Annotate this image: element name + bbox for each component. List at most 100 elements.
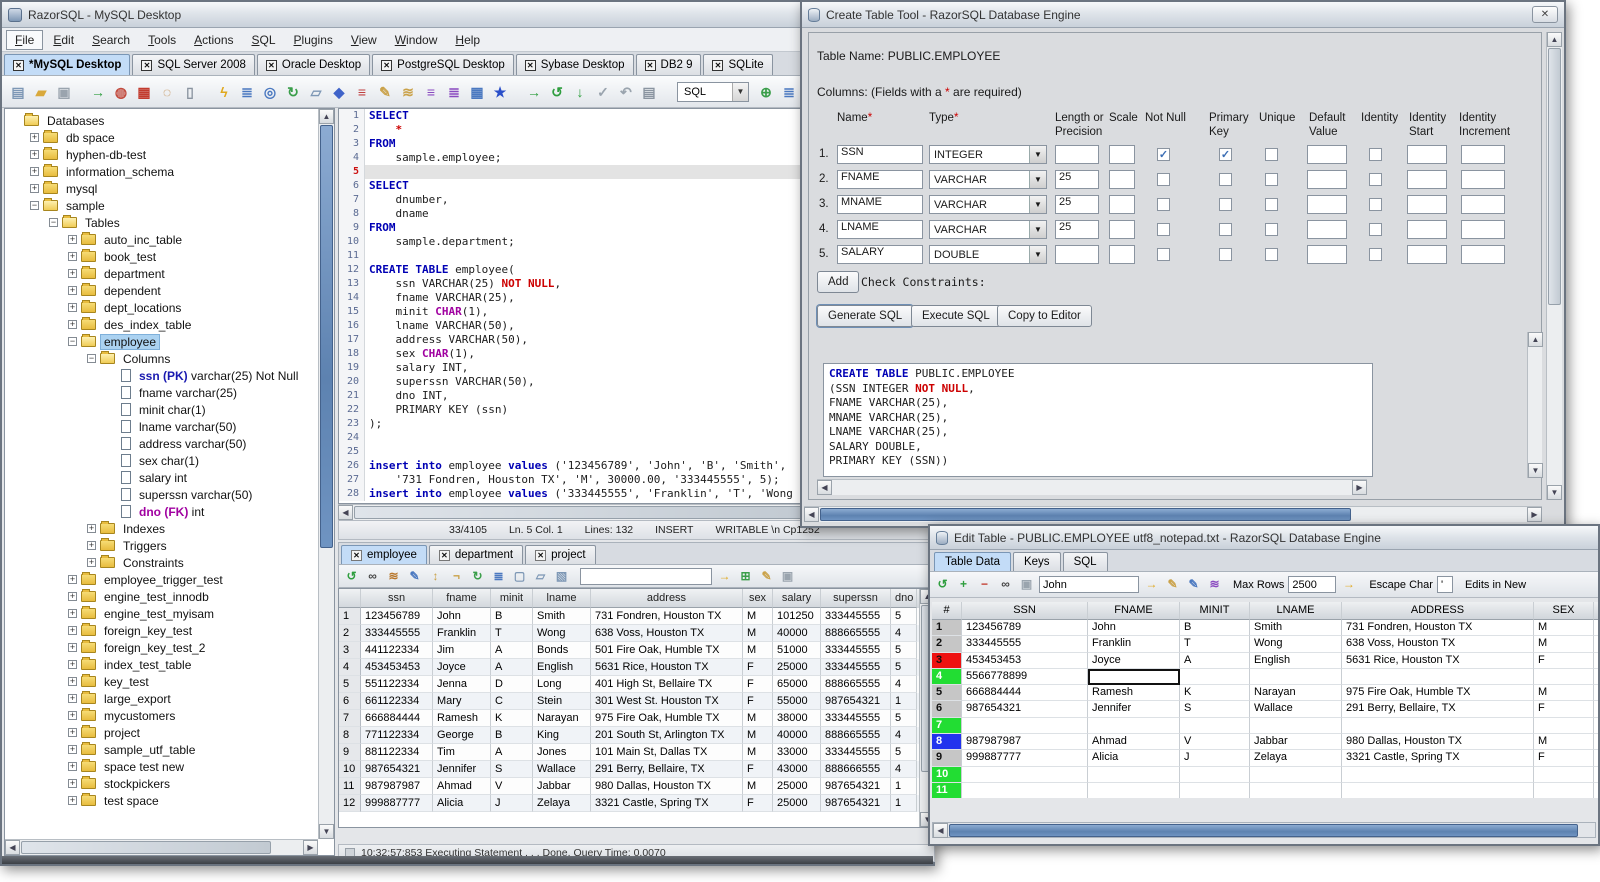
copy-icon[interactable]: ▱ <box>532 568 549 585</box>
menu-file[interactable]: File <box>6 29 44 50</box>
save-icon[interactable]: ▣ <box>1018 576 1035 593</box>
table-row[interactable]: 2 333445555 Franklin T Wong 638 Voss, Houston… <box>932 636 1598 653</box>
cell[interactable] <box>1594 669 1598 686</box>
save-icon[interactable]: ▣ <box>54 82 74 102</box>
sql-mode-dropdown[interactable]: SQL ▼ <box>677 81 749 102</box>
cell[interactable]: Alicia <box>1088 750 1180 767</box>
table-refresh-icon[interactable]: ⊞ <box>737 568 754 585</box>
menu-tools[interactable]: Tools <box>140 31 184 49</box>
column-type-select[interactable]: VARCHAR ▼ <box>929 170 1047 189</box>
identity-increment-field[interactable] <box>1461 145 1505 164</box>
scale-field[interactable] <box>1109 245 1135 264</box>
new-connection-icon[interactable]: ◌ <box>157 82 177 102</box>
identity-increment-field[interactable] <box>1461 245 1505 264</box>
max-rows-input[interactable] <box>1288 576 1337 593</box>
expand-icon[interactable]: + <box>68 728 77 737</box>
cell[interactable]: 5631 Rice, Houston TX <box>1342 652 1534 669</box>
collapse-icon[interactable]: − <box>49 218 58 227</box>
column-type-select[interactable]: DOUBLE ▼ <box>929 245 1047 264</box>
cell[interactable] <box>1180 668 1250 686</box>
identity-checkbox[interactable] <box>1369 248 1382 261</box>
table-row[interactable]: 6 661122334 Mary C Stein 301 West St. Houston… <box>339 693 934 710</box>
expand-icon[interactable]: + <box>87 524 96 533</box>
go-icon[interactable]: → <box>716 568 733 585</box>
chevron-down-icon[interactable]: ▼ <box>1029 221 1046 238</box>
cell[interactable]: M <box>1534 734 1594 751</box>
results-column-header-address[interactable]: address <box>591 589 743 608</box>
tree-item-des_index_table[interactable]: + des_index_table <box>5 316 318 333</box>
table-row[interactable]: 5 551122334 Jenna D Long 401 High St, Bellair… <box>339 676 934 693</box>
tree-item-address-varchar-50-[interactable]: address varchar(50) <box>5 435 318 452</box>
cell[interactable]: 3 <box>1594 620 1598 637</box>
table-row[interactable]: 4 453453453 Joyce A English 5631 Rice, Housto… <box>339 659 934 676</box>
scale-field[interactable] <box>1109 220 1135 239</box>
cell[interactable] <box>1250 782 1342 798</box>
identity-start-field[interactable] <box>1407 245 1447 264</box>
execute-sql-button[interactable]: Execute SQL <box>911 305 1001 327</box>
results-column-header-lname[interactable]: lname <box>533 589 591 608</box>
identity-start-field[interactable] <box>1407 170 1447 189</box>
cell[interactable] <box>1534 782 1594 798</box>
connection-tab-db2-9[interactable]: ✕ DB2 9 <box>635 54 702 75</box>
cell[interactable]: 2 <box>1594 750 1598 767</box>
filter-icon[interactable]: ≋ <box>1206 576 1223 593</box>
identity-increment-field[interactable] <box>1461 170 1505 189</box>
open-folder-icon[interactable]: ▰ <box>31 82 51 102</box>
default-value-field[interactable] <box>1307 245 1347 264</box>
menu-plugins[interactable]: Plugins <box>286 31 341 49</box>
tree-item-fname-varchar-25-[interactable]: fname varchar(25) <box>5 384 318 401</box>
cell[interactable]: 666884444 <box>962 685 1088 702</box>
expand-icon[interactable]: + <box>68 592 77 601</box>
tree-item-foreign_key_test_2[interactable]: + foreign_key_test_2 <box>5 639 318 656</box>
tree-item-mysql[interactable]: + mysql <box>5 180 318 197</box>
align-icon[interactable]: ≣ <box>444 82 464 102</box>
list-icon[interactable]: ≣ <box>490 568 507 585</box>
edit-table-grid[interactable]: # SSN FNAME MINIT LNAME ADDRESS SEX 1 123456789 J… <box>932 602 1598 798</box>
filter-icon[interactable]: ≡ <box>421 82 441 102</box>
tab-keys[interactable]: Keys <box>1012 552 1061 571</box>
identity-start-field[interactable] <box>1407 195 1447 214</box>
cell[interactable]: 987987987 <box>962 734 1088 751</box>
tab-table-data[interactable]: Table Data <box>934 552 1011 571</box>
expand-icon[interactable]: + <box>87 558 96 567</box>
table-row[interactable]: 2 333445555 Franklin T Wong 638 Voss, Houston… <box>339 625 934 642</box>
close-tab-icon[interactable]: ✕ <box>141 59 153 71</box>
default-value-field[interactable] <box>1307 195 1347 214</box>
compare-icon[interactable]: ◆ <box>329 82 349 102</box>
cell[interactable] <box>1342 717 1534 735</box>
cell[interactable]: 987654321 <box>962 701 1088 718</box>
connection-tab-sql-server-2008[interactable]: ✕ SQL Server 2008 <box>132 54 255 75</box>
scale-field[interactable] <box>1109 170 1135 189</box>
expand-icon[interactable]: + <box>68 779 77 788</box>
unique-checkbox[interactable] <box>1265 148 1278 161</box>
edit-sql-icon[interactable]: ✎ <box>375 82 395 102</box>
table-edit-icon[interactable]: ▦ <box>467 82 487 102</box>
cell[interactable]: V <box>1180 734 1250 751</box>
cell[interactable]: F <box>1534 652 1594 669</box>
expand-icon[interactable]: + <box>68 609 77 618</box>
cell[interactable]: John <box>1088 620 1180 637</box>
table-row[interactable]: 3 453453453 Joyce A English 5631 Rice, Housto… <box>932 652 1598 669</box>
results-tab-department[interactable]: ✕ department <box>428 545 524 564</box>
cell[interactable]: M <box>1534 620 1594 637</box>
cycle-icon[interactable]: ↺ <box>547 82 567 102</box>
not-null-checkbox[interactable] <box>1157 248 1170 261</box>
table-row[interactable]: 11 <box>932 782 1598 798</box>
cell[interactable]: M <box>1534 685 1594 702</box>
table-row[interactable]: 9 999887777 Alicia J Zelaya 3321 Castle, Spri… <box>932 750 1598 767</box>
not-null-checkbox[interactable] <box>1157 223 1170 236</box>
unique-checkbox[interactable] <box>1265 223 1278 236</box>
expand-icon[interactable]: + <box>68 745 77 754</box>
primary-key-checkbox[interactable]: ✓ <box>1219 148 1232 161</box>
cell[interactable]: 999887777 <box>962 750 1088 767</box>
edit-icon[interactable]: ✎ <box>406 568 423 585</box>
column-name-field[interactable]: FNAME <box>837 170 923 189</box>
tree-item-dependent[interactable]: + dependent <box>5 282 318 299</box>
table-row[interactable]: 4 5566778899 <box>932 668 1598 686</box>
save-icon[interactable]: ▣ <box>779 568 796 585</box>
add-column-button[interactable]: Add <box>817 271 860 293</box>
cell[interactable]: A <box>1180 652 1250 669</box>
results-column-header-sex[interactable]: sex <box>743 589 773 608</box>
describe-icon[interactable]: ≣ <box>237 82 257 102</box>
edit-column-header-MINIT[interactable]: MINIT <box>1180 602 1250 620</box>
